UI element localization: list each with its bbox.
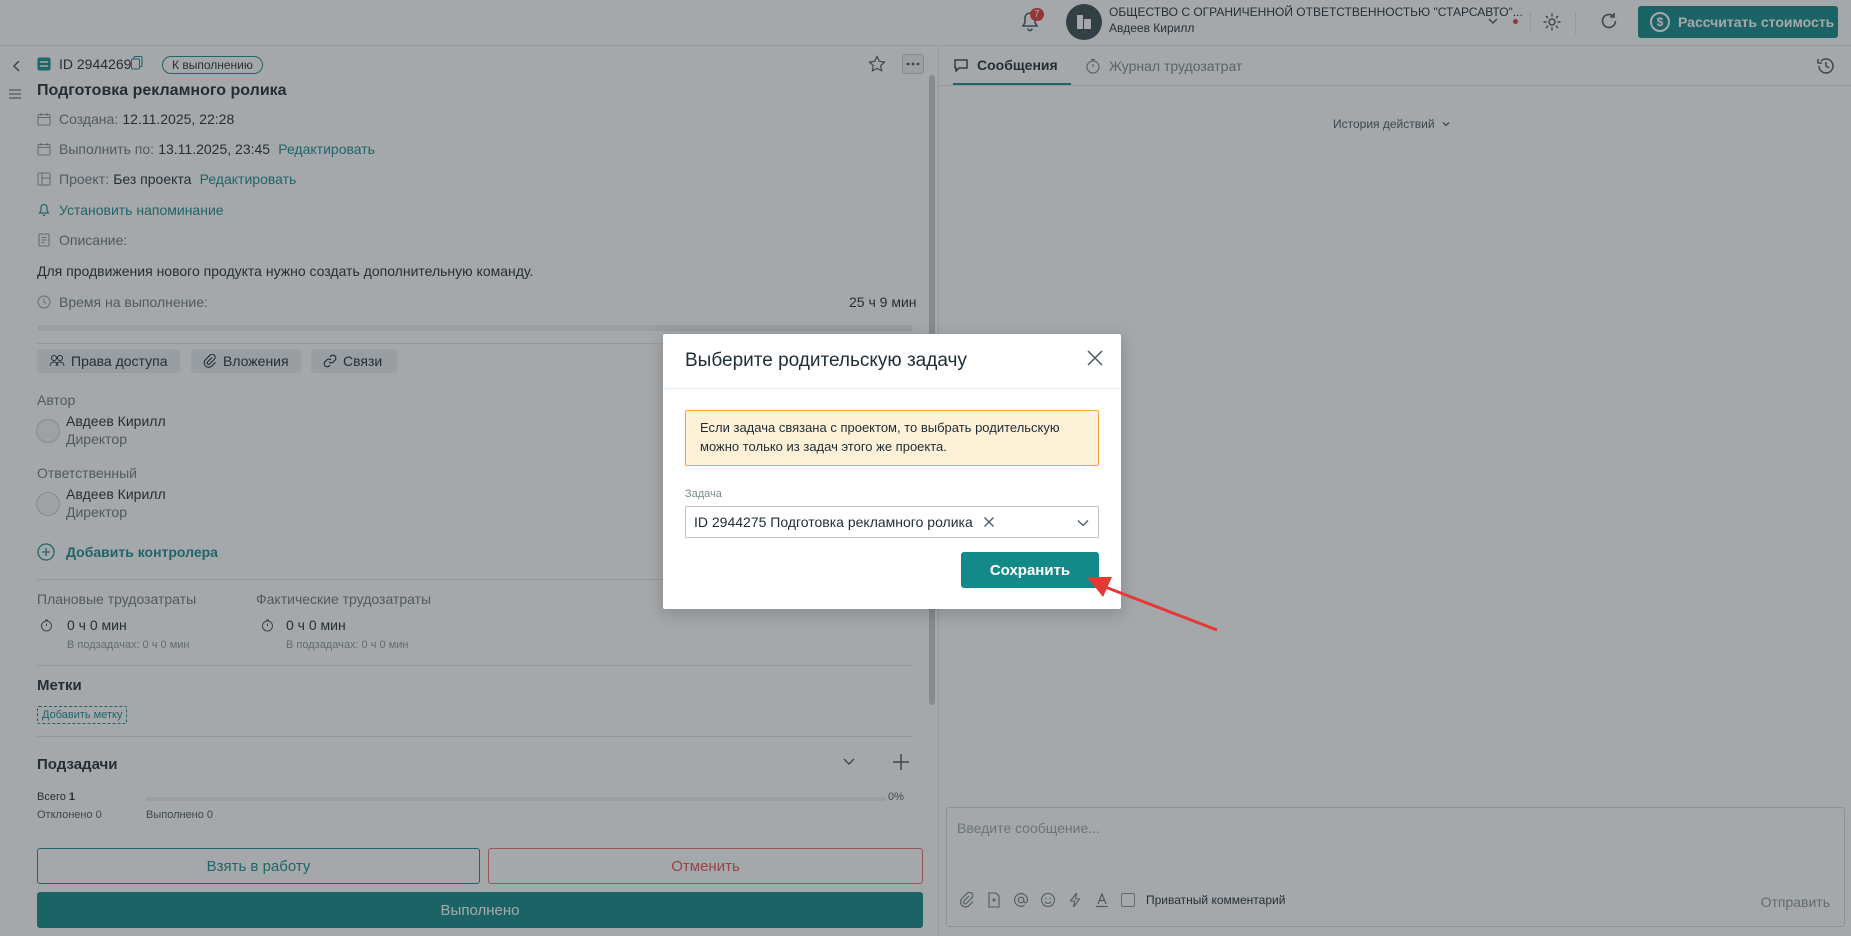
chevron-down-icon[interactable] — [1076, 516, 1090, 530]
parent-task-value: ID 2944275 Подготовка рекламного ролика — [694, 514, 973, 530]
dialog-title: Выберите родительскую задачу — [685, 350, 967, 371]
parent-task-select[interactable]: ID 2944275 Подготовка рекламного ролика — [685, 506, 1099, 538]
save-button[interactable]: Сохранить — [961, 552, 1099, 588]
task-field-label: Задача — [685, 488, 722, 500]
clear-icon[interactable] — [983, 516, 995, 528]
select-parent-task-dialog: Выберите родительскую задачу Если задача… — [663, 334, 1121, 609]
divider — [663, 388, 1121, 389]
warning-notice: Если задача связана с проектом, то выбра… — [685, 410, 1099, 466]
close-icon[interactable] — [1085, 348, 1105, 368]
